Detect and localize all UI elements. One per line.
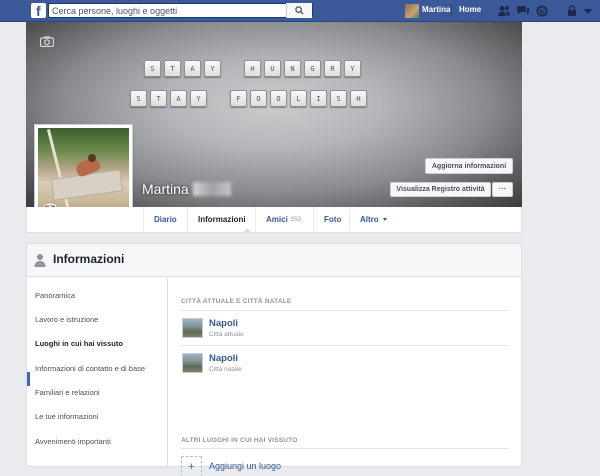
city-thumbnail[interactable] [182, 318, 203, 338]
privacy-shortcuts-icon[interactable] [565, 4, 579, 18]
search-input[interactable] [52, 4, 282, 17]
more-options-button[interactable]: ··· [492, 182, 513, 197]
user-name-link[interactable]: Martina [422, 5, 450, 14]
sidebar-item-familiari[interactable]: Familiari e relazioni [35, 388, 100, 397]
hometown-label: Città natale [209, 366, 242, 373]
keyboard-key: S [330, 90, 347, 107]
keyboard-key: A [170, 90, 187, 107]
about-panel-header: Informazioni [27, 244, 521, 277]
update-info-button[interactable]: Aggiorna informazioni [425, 158, 513, 174]
sidebar-item-panoramica[interactable]: Panoramica [35, 291, 75, 300]
current-hometown-heading: CITTÀ ATTUALE E CITTÀ NATALE [181, 298, 292, 305]
add-place-link[interactable]: Aggiungi un luogo [209, 461, 281, 471]
keyboard-key: H [350, 90, 367, 107]
tab-foto[interactable]: Foto [313, 207, 349, 232]
profile-tabs: Diario Informazioni Amici 253 Foto Altro [26, 207, 522, 233]
account-menu-chevron-down-icon[interactable] [583, 4, 593, 18]
about-sidebar: Panoramica Lavoro e istruzione Luoghi in… [27, 278, 168, 468]
current-city-link[interactable]: Napoli [209, 318, 238, 329]
about-panel-title: Informazioni [53, 252, 125, 266]
keyboard-key: Y [190, 90, 207, 107]
sidebar-item-luoghi[interactable]: Luoghi in cui hai vissuto [35, 339, 123, 348]
tab-altro[interactable]: Altro [349, 207, 401, 232]
keyboard-keys-row-stay-hungry: STAYHUNGRY [144, 60, 364, 77]
search-box [48, 3, 313, 18]
keyboard-key: S [144, 60, 161, 77]
keyboard-key: L [290, 90, 307, 107]
keyboard-key: G [304, 60, 321, 77]
about-panel: Informazioni Panoramica Lavoro e istruzi… [26, 243, 522, 476]
keyboard-key: I [310, 90, 327, 107]
add-place-icon[interactable]: + [181, 456, 202, 476]
keyboard-key: Y [204, 60, 221, 77]
keyboard-key: O [250, 90, 267, 107]
notifications-icon[interactable] [535, 4, 549, 18]
sidebar-item-avvenimenti[interactable]: Avvenimenti importanti [35, 437, 111, 446]
sidebar-item-contatto[interactable]: Informazioni di contatto e di base [35, 364, 145, 373]
person-icon [34, 254, 46, 267]
other-places-heading: ALTRI LUOGHI IN CUI HAI VISSUTO [181, 437, 298, 444]
profile-name[interactable]: Martina [142, 181, 189, 197]
keyboard-key: S [130, 90, 147, 107]
tab-label: Informazioni [198, 215, 246, 224]
sidebar-item-lavoro-istruzione[interactable]: Lavoro e istruzione [35, 315, 98, 324]
tab-label: Altro [360, 215, 379, 224]
hometown-link[interactable]: Napoli [209, 353, 238, 364]
tab-label: Diario [154, 215, 177, 224]
tab-diario[interactable]: Diario [143, 207, 187, 232]
redacted-surname [193, 182, 231, 196]
active-tab-indicator [242, 228, 252, 233]
divider [181, 448, 509, 449]
tab-label: Amici [266, 215, 288, 224]
messages-icon[interactable] [516, 4, 530, 18]
divider [181, 345, 509, 346]
chevron-down-icon [382, 218, 387, 221]
keyboard-key: A [184, 60, 201, 77]
view-activity-log-button[interactable]: Visualizza Registro attività [390, 182, 491, 197]
sidebar-item-tue-informazioni[interactable]: Le tue informazioni [35, 412, 98, 421]
keyboard-key: N [284, 60, 301, 77]
keyboard-key: O [270, 90, 287, 107]
keyboard-key: Y [344, 60, 361, 77]
home-link[interactable]: Home [459, 5, 481, 14]
divider [181, 310, 509, 311]
tab-label: Foto [324, 215, 342, 224]
keyboard-key: U [264, 60, 281, 77]
friends-count: 253 [290, 216, 301, 223]
profile-photo-image [38, 128, 129, 219]
search-button[interactable] [286, 3, 312, 18]
keyboard-key: H [244, 60, 261, 77]
tab-amici[interactable]: Amici 253 [255, 207, 313, 232]
keyboard-key: T [150, 90, 167, 107]
active-section-indicator [27, 372, 30, 386]
keyboard-key: R [324, 60, 341, 77]
user-avatar[interactable] [405, 4, 419, 18]
facebook-logo[interactable]: f [31, 3, 46, 19]
top-navigation-bar: f Martina Home [0, 0, 600, 22]
keyboard-keys-row-stay-foolish: STAYFOOLISH [130, 90, 370, 107]
facebook-logo-letter: f [36, 3, 41, 19]
friend-requests-icon[interactable] [497, 4, 511, 18]
city-thumbnail[interactable] [182, 353, 203, 373]
camera-icon[interactable] [40, 36, 54, 47]
keyboard-key: F [230, 90, 247, 107]
current-city-label: Città attuale [209, 331, 244, 338]
topbar-divider [451, 5, 452, 17]
search-icon [295, 6, 304, 15]
keyboard-key: T [164, 60, 181, 77]
